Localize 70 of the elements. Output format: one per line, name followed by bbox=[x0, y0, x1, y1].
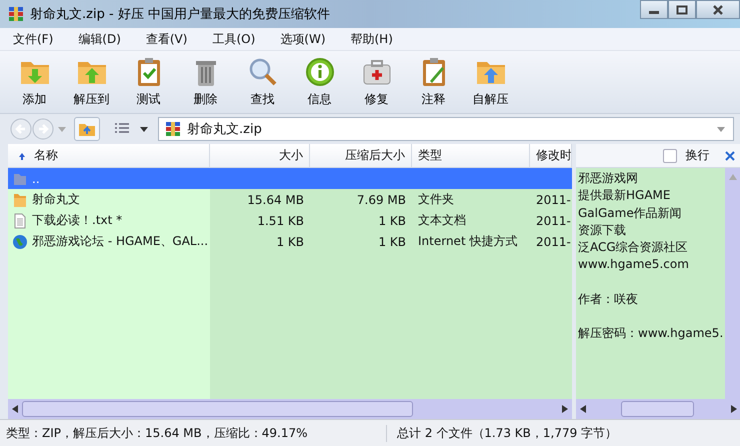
menu-item[interactable]: 文件(F) bbox=[6, 30, 60, 48]
close-button[interactable] bbox=[696, 0, 740, 19]
view-list-icon[interactable] bbox=[114, 123, 130, 135]
comment-text: 解压密码：www.hgame5. bbox=[578, 325, 724, 342]
close-icon[interactable] bbox=[725, 150, 736, 160]
left-arrow-icon[interactable] bbox=[580, 405, 586, 413]
column-header[interactable]: 类型 bbox=[412, 144, 530, 167]
file-name: 邪恶游戏论坛 - HGAME、GAL... bbox=[32, 233, 208, 250]
vertical-scrollbar[interactable] bbox=[725, 168, 740, 399]
right-arrow-icon[interactable] bbox=[562, 405, 568, 413]
menu-item[interactable]: 帮助(H) bbox=[344, 30, 400, 48]
file-size: 1 KB bbox=[276, 234, 304, 248]
modified-date: 2011- bbox=[536, 192, 571, 206]
file-type: 文本文档 bbox=[418, 212, 466, 229]
toolbar-button[interactable]: 修复 bbox=[348, 53, 405, 111]
menu-item[interactable]: 查看(V) bbox=[138, 30, 194, 48]
file-row[interactable]: 邪恶游戏论坛 - HGAME、GAL... 1 KB 1 KB Internet 快捷方式 2011- bbox=[8, 231, 572, 252]
comment-text: 邪恶游戏网 提供最新HGAME GalGame作品新闻 资源下载 泛ACG综合资源社区 www.hgame5.com bbox=[578, 170, 690, 274]
archive-icon bbox=[8, 6, 24, 22]
file-size: 15.64 MB bbox=[247, 192, 304, 206]
file-row[interactable]: 下载必读！.txt * 1.51 KB 1 KB 文本文档 2011- bbox=[8, 210, 572, 231]
toolbar-button[interactable]: 自解压 bbox=[462, 53, 519, 111]
window-title: 射命丸文.zip - 好压 中国用户量最大的免费压缩软件 bbox=[30, 6, 330, 23]
file-name: 射命丸文 bbox=[32, 191, 80, 208]
horizontal-scrollbar[interactable] bbox=[8, 399, 572, 419]
right-arrow-icon[interactable] bbox=[731, 405, 738, 413]
address-field[interactable]: 射命丸文.zip bbox=[158, 117, 734, 141]
text-file-icon bbox=[12, 212, 28, 228]
horizontal-scrollbar[interactable] bbox=[576, 399, 740, 419]
file-type: 文件夹 bbox=[418, 191, 454, 208]
toolbar-button[interactable]: 添加 bbox=[6, 53, 63, 111]
file-type: Internet 快捷方式 bbox=[418, 233, 518, 250]
globe-icon bbox=[12, 234, 28, 250]
left-arrow-icon[interactable] bbox=[12, 405, 18, 413]
toolbar-button[interactable]: 注释 bbox=[405, 53, 462, 111]
close-icon bbox=[712, 4, 724, 14]
menu-item[interactable]: 编辑(D) bbox=[71, 30, 128, 48]
toolbar-button[interactable]: 删除 bbox=[177, 53, 234, 111]
folder-up-icon bbox=[78, 121, 96, 137]
file-name: .. bbox=[32, 172, 40, 186]
modified-date: 2011- bbox=[536, 234, 571, 248]
file-size: 1.51 KB bbox=[257, 214, 304, 228]
info-icon bbox=[304, 56, 336, 88]
file-row[interactable]: 射命丸文 15.64 MB 7.69 MB 文件夹 2011- bbox=[8, 189, 572, 210]
maximize-button[interactable] bbox=[668, 0, 696, 19]
column-header[interactable]: 名称 bbox=[8, 144, 210, 167]
packed-size: 1 KB bbox=[378, 214, 406, 228]
toolbar-button[interactable]: 查找 bbox=[234, 53, 291, 111]
packed-size: 7.69 MB bbox=[356, 192, 406, 206]
column-header[interactable]: 大小 bbox=[210, 144, 310, 167]
modified-date: 2011- bbox=[536, 214, 571, 228]
menu-item[interactable]: 工具(O) bbox=[205, 30, 262, 48]
archive-icon bbox=[165, 121, 181, 137]
menu-item[interactable]: 选项(W) bbox=[273, 30, 332, 48]
minimize-button[interactable] bbox=[640, 0, 668, 19]
column-header[interactable]: 压缩后大小 bbox=[310, 144, 412, 167]
sort-arrow-icon bbox=[18, 152, 26, 160]
maximize-icon bbox=[676, 4, 688, 14]
toolbar-button[interactable]: 测试 bbox=[120, 53, 177, 111]
comment-text: 作者：咲夜 bbox=[578, 290, 639, 308]
toolbar-button[interactable]: 信息 bbox=[291, 53, 348, 111]
caret-icon[interactable] bbox=[140, 126, 148, 132]
minimize-icon bbox=[649, 11, 659, 14]
folder-icon bbox=[12, 192, 28, 208]
toolbar-button[interactable]: 解压到 bbox=[63, 53, 120, 111]
file-name: 下载必读！.txt * bbox=[32, 212, 122, 229]
status-text: 类型：ZIP，解压后大小：15.64 MB，压缩比：49.17% bbox=[5, 424, 309, 442]
status-text: 总计 2 个文件（1.73 KB，1,779 字节） bbox=[386, 424, 618, 442]
up-folder-button[interactable] bbox=[74, 117, 100, 141]
packed-size: 1 KB bbox=[378, 234, 406, 248]
